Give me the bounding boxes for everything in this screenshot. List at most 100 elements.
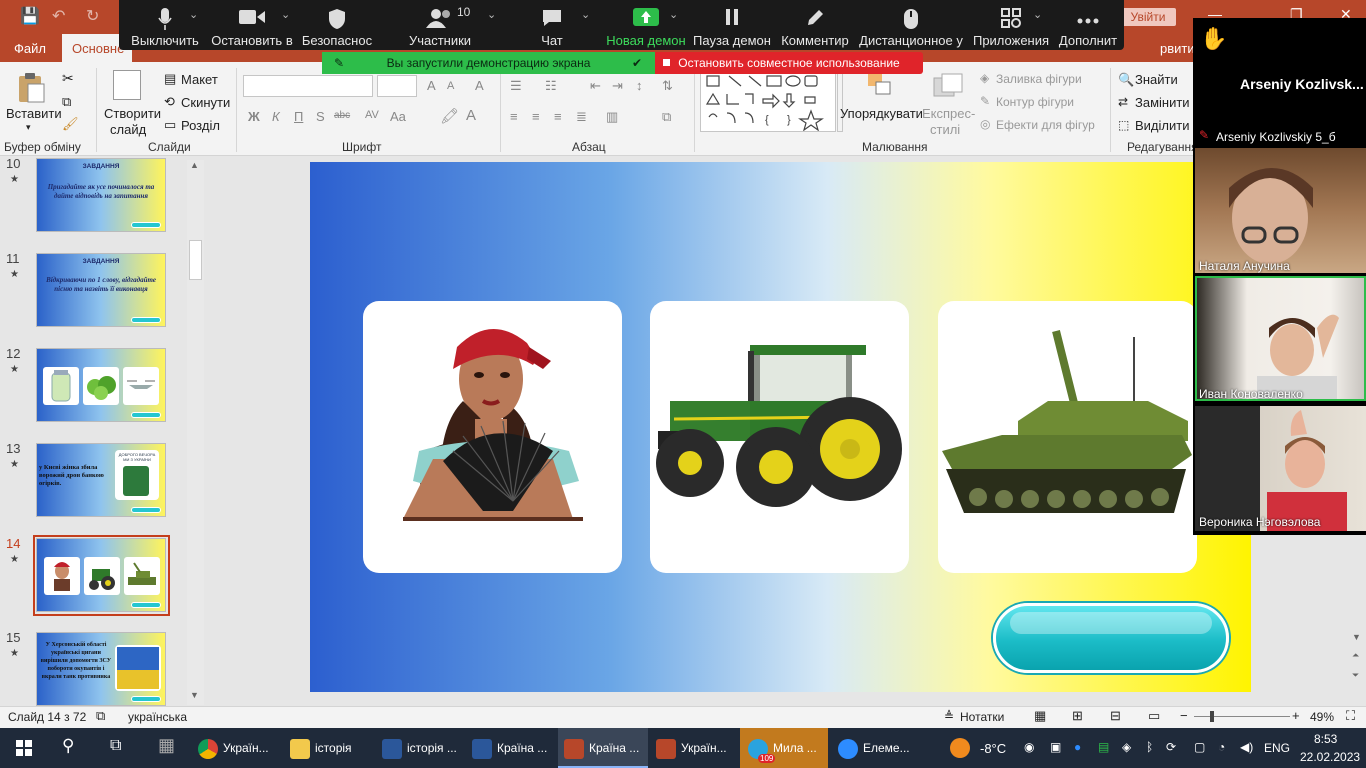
participant-video-3[interactable] [1195,406,1366,531]
arrange-button[interactable]: Упорядкувати [840,106,923,121]
save-icon[interactable]: 💾 [20,6,40,26]
pause-share-button[interactable]: Пауза демон [691,0,773,50]
picture-card-tractor[interactable] [650,301,909,573]
video-options-caret[interactable]: ⌄ [281,8,290,21]
shape-outline-icon[interactable]: ✎ [980,94,990,108]
pin-icon[interactable]: ✎ [334,52,344,74]
fit-to-window-icon[interactable]: ⛶ [1346,708,1355,724]
input-language[interactable]: ENG [1264,741,1290,755]
tray-app-icon[interactable]: ◈ [1122,740,1131,754]
redo-icon[interactable]: ↻ [86,6,99,26]
quick-styles-button[interactable]: Експрес- [922,106,975,121]
participant-video-1[interactable] [1195,148,1366,273]
line-spacing-icon[interactable]: ↕ [636,78,643,93]
section-icon[interactable]: ▭ [164,117,176,133]
font-size-combo[interactable] [377,75,417,97]
chat-button[interactable]: Чат [517,0,587,50]
zoom-slider[interactable] [1194,716,1290,717]
layout-button[interactable]: Макет [181,72,218,87]
shape-fill-icon[interactable]: ◈ [980,71,989,85]
notes-button[interactable]: Нотатки [960,710,1004,724]
reset-icon[interactable]: ⟲ [164,94,175,110]
slide-thumbnail-14[interactable] [36,538,166,612]
grow-font-icon[interactable]: A [427,78,436,93]
section-button[interactable]: Розділ [181,118,220,133]
select-button[interactable]: Виділити [1135,118,1189,133]
new-slide-button-line2[interactable]: слайд [110,122,146,137]
prev-slide-icon[interactable]: ⏶ [1352,650,1359,661]
shape-effects-icon[interactable]: ◎ [980,117,990,131]
reading-view-icon[interactable]: ⊟ [1110,708,1121,724]
security-button[interactable]: Безопаснос [297,0,377,50]
slideshow-icon[interactable]: ▭ [1148,708,1160,724]
tab-extra[interactable]: рвити [1160,41,1195,56]
select-icon[interactable]: ⬚ [1118,118,1129,132]
weather-icon[interactable] [950,738,970,758]
find-icon[interactable]: 🔍 [1118,72,1134,88]
format-painter-icon[interactable]: 🖌 [62,116,79,132]
participants-button[interactable]: 10 Участники [399,0,481,50]
reset-button[interactable]: Скинути [181,95,230,110]
login-button[interactable]: Увійти [1120,8,1176,26]
shape-fill-button[interactable]: Заливка фігури [996,72,1082,86]
annotate-button[interactable]: Комментир [777,0,853,50]
picture-card-tank[interactable] [938,301,1197,573]
taskbar-app-chrome[interactable]: Україн... [198,728,282,768]
language-indicator[interactable]: українська [128,710,187,724]
spellcheck-icon[interactable]: ⧉ [96,708,105,724]
text-direction-icon[interactable]: ⇅ [662,78,673,94]
outdent-icon[interactable]: ⇥ [612,78,623,94]
scroll-down-icon[interactable]: ▼ [190,690,199,700]
columns-icon[interactable]: ▥ [606,109,618,125]
clock-time[interactable]: 8:53 [1314,732,1337,746]
change-case-button[interactable]: Aa [390,109,406,124]
apps-options-caret[interactable]: ⌄ [1033,8,1042,21]
participants-options-caret[interactable]: ⌄ [487,8,496,21]
shadow-button[interactable]: S [316,109,325,124]
share-options-caret[interactable]: ⌄ [669,8,678,21]
shapes-gallery-scroll[interactable] [837,72,843,132]
search-icon[interactable]: ⚲ [62,736,74,756]
bold-button[interactable]: Ж [248,109,260,124]
zoom-in-icon[interactable]: + [1292,708,1300,723]
shapes-gallery[interactable]: {} [700,72,836,132]
font-family-combo[interactable] [243,75,373,97]
replace-icon[interactable]: ⇄ [1118,95,1128,109]
paste-dropdown-icon[interactable]: ▾ [26,122,31,133]
find-button[interactable]: Знайти [1135,72,1178,87]
mute-options-caret[interactable]: ⌄ [189,8,198,21]
tray-app-icon[interactable]: ▤ [1098,740,1109,754]
arrange-icon[interactable] [866,72,892,100]
font-color-icon[interactable]: A [466,107,476,124]
tray-app-icon[interactable]: ▢ [1194,740,1205,754]
quick-styles-button-line2[interactable]: стилі [930,122,960,137]
thumbnail-scroll-thumb[interactable] [189,240,202,280]
italic-button[interactable]: К [272,109,280,124]
tray-app-icon[interactable]: ◉ [1024,740,1034,754]
zoom-slider-thumb[interactable] [1210,711,1214,722]
taskbar-app-word-2[interactable]: Країна ... [472,728,554,768]
scroll-up-icon[interactable]: ▲ [190,160,199,170]
slide-action-button[interactable] [993,603,1229,673]
numbering-icon[interactable]: ☷ [545,78,557,94]
shrink-font-icon[interactable]: A [447,80,454,92]
taskbar-app-telegram[interactable]: Мила ... [740,728,828,768]
sync-icon[interactable]: ⟳ [1166,740,1176,754]
scroll-down-icon[interactable]: ▼ [1352,632,1361,642]
task-view-icon[interactable]: ⧉ [110,737,121,755]
picture-card-woman[interactable] [363,301,622,573]
more-button[interactable]: Дополнит [1055,0,1121,50]
taskbar-app-powerpoint-1[interactable]: Країна ... [558,728,648,768]
next-slide-icon[interactable]: ⏷ [1352,670,1359,681]
chat-options-caret[interactable]: ⌄ [581,8,590,21]
strikethrough-button[interactable]: abc [334,110,350,121]
slide-thumbnail-11[interactable]: ЗАВДАННЯ Відкриваючи по 1 слову, відгада… [36,253,166,327]
clock-date[interactable]: 22.02.2023 [1300,750,1360,764]
replace-button[interactable]: Замінити [1135,95,1190,110]
copy-icon[interactable]: ⧉ [62,94,71,110]
tab-file[interactable]: Файл [14,41,46,56]
shape-effects-button[interactable]: Ефекти для фігур [996,118,1095,132]
remote-control-button[interactable]: Дистанционное у [855,0,967,50]
justify-icon[interactable]: ≣ [576,109,587,125]
quick-styles-icon[interactable] [932,72,964,102]
